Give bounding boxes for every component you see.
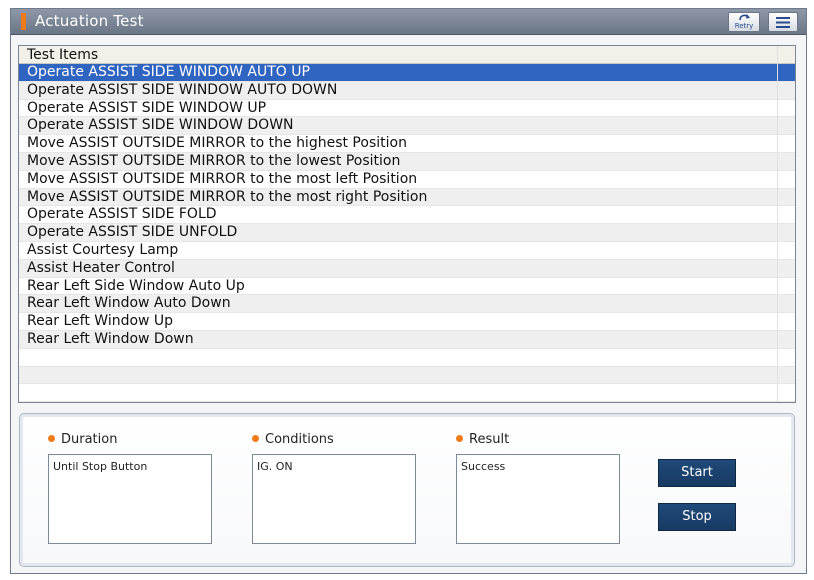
title-marker-icon (21, 13, 26, 30)
bullet-icon (456, 435, 463, 442)
result-field: Success (456, 454, 620, 544)
menu-button[interactable] (768, 12, 798, 32)
test-items-list: Test Items Operate ASSIST SIDE WINDOW AU… (18, 45, 796, 403)
conditions-label: Conditions (252, 432, 334, 448)
test-item-row[interactable]: Operate ASSIST SIDE WINDOW AUTO UP (19, 64, 795, 82)
test-item-row[interactable]: Operate ASSIST SIDE WINDOW DOWN (19, 117, 795, 136)
retry-label: Retry (734, 22, 754, 30)
start-button[interactable]: Start (658, 459, 736, 487)
list-scroll-column (777, 46, 795, 402)
test-item-row[interactable]: Move ASSIST OUTSIDE MIRROR to the most l… (19, 171, 795, 189)
test-item-row[interactable]: Rear Left Window Up (19, 313, 795, 331)
result-label: Result (456, 432, 509, 448)
title-bar: Actuation Test Retry (11, 9, 806, 35)
test-item-row[interactable]: Assist Heater Control (19, 259, 795, 278)
test-item-row[interactable]: Assist Courtesy Lamp (19, 242, 795, 260)
test-item-row[interactable]: Operate ASSIST SIDE FOLD (19, 206, 795, 225)
duration-field: Until Stop Button (48, 454, 212, 544)
test-item-row[interactable]: Move ASSIST OUTSIDE MIRROR to the highes… (19, 135, 795, 153)
test-item-row[interactable]: Rear Left Window Auto Down (19, 295, 795, 314)
details-panel: Duration Until Stop Button Conditions IG… (19, 413, 795, 567)
duration-label: Duration (48, 432, 117, 448)
list-menu-icon (776, 17, 790, 28)
list-header-test-items: Test Items (19, 46, 795, 64)
empty-row (19, 349, 795, 367)
test-item-row[interactable]: Move ASSIST OUTSIDE MIRROR to the most r… (19, 188, 795, 207)
test-item-row[interactable]: Operate ASSIST SIDE WINDOW AUTO DOWN (19, 81, 795, 100)
retry-button[interactable]: Retry (728, 12, 760, 32)
empty-row (19, 366, 795, 385)
bullet-icon (48, 435, 55, 442)
stop-button[interactable]: Stop (658, 503, 736, 531)
test-item-row[interactable]: Rear Left Side Window Auto Up (19, 278, 795, 296)
empty-row (19, 384, 795, 403)
window-title: Actuation Test (35, 12, 144, 30)
test-item-row[interactable]: Operate ASSIST SIDE UNFOLD (19, 224, 795, 242)
bullet-icon (252, 435, 259, 442)
test-item-row[interactable]: Operate ASSIST SIDE WINDOW UP (19, 100, 795, 118)
test-item-row[interactable]: Move ASSIST OUTSIDE MIRROR to the lowest… (19, 152, 795, 171)
conditions-field: IG. ON (252, 454, 416, 544)
test-item-row[interactable]: Rear Left Window Down (19, 330, 795, 349)
list-body: Operate ASSIST SIDE WINDOW AUTO UP Operat… (19, 64, 795, 403)
actuation-test-window: Actuation Test Retry Test Items Operate … (10, 8, 807, 574)
